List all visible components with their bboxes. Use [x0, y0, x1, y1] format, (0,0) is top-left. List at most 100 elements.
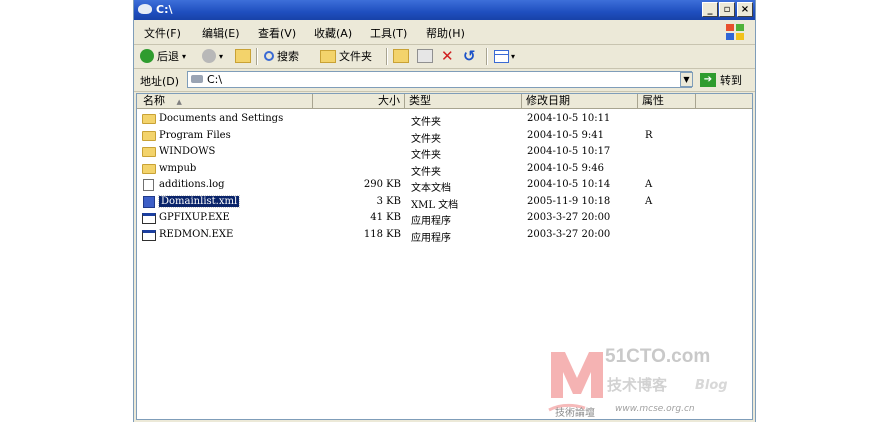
- undo-button[interactable]: ↺: [463, 47, 476, 65]
- chevron-down-icon: ▾: [511, 51, 516, 61]
- file-attributes: A: [645, 195, 653, 207]
- chevron-down-icon: ▾: [219, 51, 224, 61]
- file-date: 2004-10-5 10:14: [527, 179, 611, 190]
- file-date: 2004-10-5 9:46: [527, 162, 604, 174]
- file-date: 2004-10-5 10:17: [527, 146, 611, 157]
- file-size: 290 KB: [363, 179, 401, 190]
- folder-icon: [142, 163, 156, 174]
- menu-file[interactable]: 文件(F): [144, 25, 181, 41]
- file-type: 应用程序: [411, 232, 451, 244]
- undo-icon: ↺: [463, 47, 476, 65]
- file-type: 文本文档: [411, 183, 451, 194]
- file-row[interactable]: additions.log 290 KB 文本文档 2004-10-5 10:14 A: [137, 177, 752, 194]
- sort-ascending-icon: ▲: [176, 98, 182, 106]
- menu-help[interactable]: 帮助(H): [426, 25, 465, 41]
- file-type: 应用程序: [411, 216, 451, 227]
- go-label: 转到: [720, 74, 742, 87]
- back-arrow-icon: [140, 49, 154, 63]
- column-header-name[interactable]: 名称 ▲: [137, 94, 313, 109]
- folder-icon: [320, 49, 336, 63]
- file-size: 41 KB: [370, 212, 401, 223]
- toolbar-separator: [256, 48, 258, 65]
- up-folder-button[interactable]: [235, 48, 251, 64]
- watermark-subtext: 技術論壇: [555, 408, 595, 419]
- text-file-icon: [143, 179, 154, 191]
- file-name: Program Files: [159, 129, 231, 141]
- watermark-tagline: 技术博客: [607, 376, 668, 394]
- file-row[interactable]: Domainlist.xml 3 KB XML 文档 2005-11-9 10:18 A: [137, 194, 752, 211]
- copy-to-button[interactable]: [417, 48, 433, 64]
- address-input[interactable]: C:\: [187, 71, 692, 88]
- file-type: 文件夹: [411, 117, 441, 128]
- application-icon: [142, 213, 156, 224]
- forward-button[interactable]: ▾: [202, 48, 223, 64]
- file-type: 文件夹: [411, 133, 441, 145]
- chevron-down-icon: ▾: [182, 51, 187, 61]
- delete-x-icon: ✕: [441, 47, 454, 65]
- folder-icon: [142, 147, 156, 157]
- copy-to-icon: [417, 49, 433, 63]
- column-header-blank: [696, 94, 752, 109]
- toolbar: 后退 ▾ ▾ 搜索 文件夹 ✕ ↺ ▾: [134, 45, 755, 69]
- file-date: 2004-10-5 10:11: [527, 113, 611, 124]
- search-button[interactable]: 搜索: [264, 48, 299, 64]
- file-row[interactable]: WINDOWS 文件夹 2004-10-5 10:17: [137, 144, 752, 161]
- delete-button[interactable]: ✕: [441, 47, 454, 65]
- watermark: 51CTO.com 技术博客 Blog 技術論壇 www.mcse.org.cn: [545, 338, 755, 422]
- watermark-url: www.mcse.org.cn: [615, 404, 695, 414]
- folders-label: 文件夹: [339, 50, 372, 63]
- forward-arrow-icon: [202, 49, 216, 63]
- file-row[interactable]: GPFIXUP.EXE 41 KB 应用程序 2003-3-27 20:00: [137, 210, 752, 227]
- move-to-button[interactable]: [393, 48, 409, 64]
- menu-tools[interactable]: 工具(T): [370, 25, 407, 41]
- views-button[interactable]: ▾: [494, 48, 515, 64]
- file-date: 2004-10-5 9:41: [527, 129, 604, 141]
- maximize-button[interactable]: ▫: [719, 2, 735, 17]
- address-dropdown-button[interactable]: ▼: [680, 72, 693, 87]
- menu-edit[interactable]: 编辑(E): [202, 25, 240, 41]
- search-label: 搜索: [277, 50, 299, 63]
- toolbar-separator: [386, 48, 388, 65]
- file-row[interactable]: REDMON.EXE 118 KB 应用程序 2003-3-27 20:00: [137, 227, 752, 244]
- file-row[interactable]: Documents and Settings 文件夹 2004-10-5 10:11: [137, 111, 752, 128]
- menu-favorites[interactable]: 收藏(A): [314, 25, 352, 41]
- minimize-button[interactable]: _: [702, 2, 718, 17]
- back-button[interactable]: 后退 ▾: [140, 48, 186, 64]
- file-date: 2005-11-9 10:18: [527, 195, 611, 207]
- drive-icon[interactable]: [138, 4, 152, 14]
- address-bar: 地址(D) C:\ ▼ ➔ 转到: [134, 69, 755, 92]
- column-header-attributes[interactable]: 属性: [638, 94, 696, 109]
- folder-icon: [142, 114, 156, 124]
- close-button[interactable]: ×: [737, 2, 753, 17]
- file-attributes: R: [645, 129, 653, 141]
- watermark-blog: Blog: [695, 378, 728, 393]
- file-name: GPFIXUP.EXE: [159, 212, 230, 223]
- file-name: REDMON.EXE: [159, 228, 234, 240]
- title-bar[interactable]: C:\ _ ▫ ×: [134, 0, 755, 20]
- toolbar-separator: [486, 48, 488, 65]
- file-name: Domainlist.xml: [157, 194, 241, 208]
- column-header-date[interactable]: 修改日期: [522, 94, 638, 109]
- column-header-size[interactable]: 大小: [313, 94, 405, 109]
- folders-button[interactable]: 文件夹: [320, 48, 372, 64]
- file-name: wmpub: [159, 162, 197, 174]
- menu-view[interactable]: 查看(V): [258, 25, 296, 41]
- file-size: 118 KB: [363, 228, 401, 240]
- file-name: WINDOWS: [159, 146, 216, 157]
- move-to-icon: [393, 49, 409, 63]
- drive-icon: [191, 75, 203, 83]
- xml-file-icon: [143, 195, 155, 208]
- go-button[interactable]: ➔ 转到: [700, 72, 742, 88]
- windows-logo-icon: [723, 22, 749, 42]
- file-date: 2003-3-27 20:00: [527, 228, 611, 240]
- file-size: 3 KB: [376, 195, 401, 207]
- address-value: C:\: [207, 73, 223, 86]
- file-name: Documents and Settings: [159, 113, 284, 124]
- column-header-type[interactable]: 类型: [405, 94, 522, 109]
- window-title: C:\: [156, 3, 173, 16]
- file-row[interactable]: wmpub 文件夹 2004-10-5 9:46: [137, 161, 752, 178]
- back-label: 后退: [157, 50, 179, 63]
- file-row[interactable]: Program Files 文件夹 2004-10-5 9:41 R: [137, 128, 752, 145]
- views-grid-icon: [494, 49, 509, 63]
- file-attributes: A: [645, 179, 653, 190]
